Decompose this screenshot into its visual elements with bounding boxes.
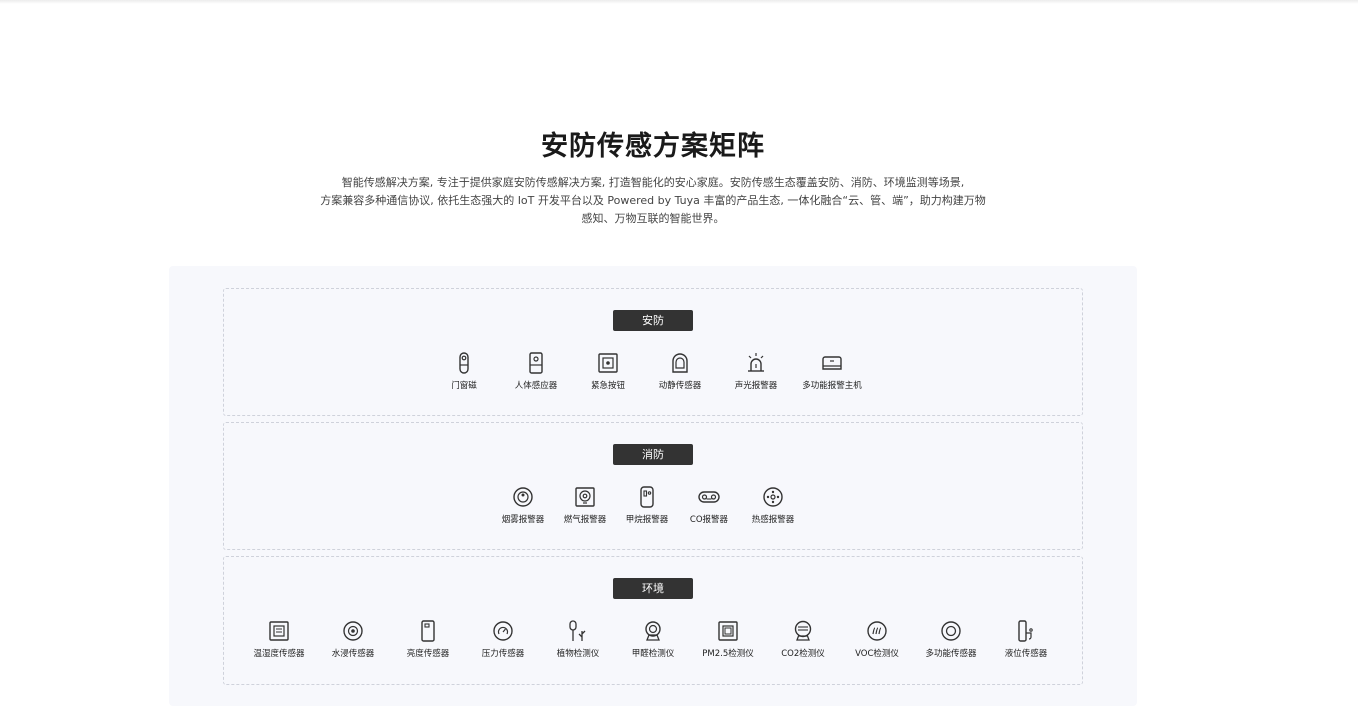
item-water-leak[interactable]: 水浸传感器: [315, 619, 391, 659]
page-description: 智能传感解决方案, 专注于提供家庭安防传感解决方案, 打造智能化的安心家庭。安防…: [296, 174, 1010, 228]
co2-detector-icon: [794, 620, 812, 641]
liquid-level-icon: [1018, 620, 1033, 642]
item-liquid-level[interactable]: 液位传感器: [988, 619, 1064, 659]
item-formaldehyde-detector[interactable]: 甲醛检测仪: [615, 619, 691, 659]
gas-alarm-icon: [575, 487, 595, 507]
item-label: 热感报警器: [751, 515, 795, 525]
item-alarm-hub[interactable]: 多功能报警主机: [794, 351, 870, 391]
item-label: 多功能传感器: [925, 649, 977, 659]
group-security: 安防 门窗磁 人体感应器 紧急按钮 动静传感器 声光报警器 多功能报警主机: [223, 288, 1083, 416]
group-environment: 环境 温湿度传感器 水浸传感器 亮度传感器 压力传感器 植物检测仪 甲醛检测仪 …: [223, 556, 1083, 685]
group-tag-fire: 消防: [613, 444, 693, 465]
formaldehyde-detector-icon: [645, 621, 661, 641]
item-voc-detector[interactable]: VOC检测仪: [839, 619, 915, 659]
group-fire: 消防 烟雾报警器 燃气报警器 甲烷报警器 CO报警器 热感报警器: [223, 422, 1083, 550]
emergency-button-icon: [598, 353, 618, 373]
description-line: 感知、万物互联的智能世界。: [581, 212, 725, 225]
smoke-alarm-icon: [513, 487, 533, 507]
vibration-sensor-icon: [672, 353, 688, 373]
plant-monitor-icon: [569, 620, 586, 641]
item-label: 温湿度传感器: [253, 649, 305, 659]
co-alarm-icon: [698, 491, 720, 503]
item-label: 压力传感器: [481, 649, 525, 659]
group-tag-security: 安防: [613, 310, 693, 331]
item-label: 多功能报警主机: [802, 381, 862, 391]
description-line: 方案兼容多种通信协议, 依托生态强大的 IoT 开发平台以及 Powered b…: [320, 194, 986, 207]
voc-detector-icon: [867, 621, 887, 641]
item-label: 人体感应器: [514, 381, 558, 391]
light-sensor-icon: [421, 620, 435, 642]
item-label: 液位传感器: [1004, 649, 1048, 659]
item-heat-alarm[interactable]: 热感报警器: [735, 485, 811, 525]
item-label: 声光报警器: [734, 381, 778, 391]
item-vibration-sensor[interactable]: 动静传感器: [642, 351, 718, 391]
water-leak-icon: [343, 621, 363, 641]
methane-alarm-icon: [640, 486, 654, 508]
item-label: 亮度传感器: [406, 649, 450, 659]
item-label: 门窗磁: [451, 381, 477, 391]
motion-sensor-icon: [529, 352, 543, 374]
item-plant-monitor[interactable]: 植物检测仪: [540, 619, 616, 659]
description-line: 智能传感解决方案, 专注于提供家庭安防传感解决方案, 打造智能化的安心家庭。安防…: [341, 176, 965, 189]
item-label: VOC检测仪: [855, 649, 899, 659]
multi-sensor-icon: [941, 621, 961, 641]
item-pm25-detector[interactable]: PM2.5检测仪: [690, 619, 766, 659]
door-sensor-icon: [459, 352, 469, 374]
item-label: 植物检测仪: [556, 649, 600, 659]
item-label: 水浸传感器: [331, 649, 375, 659]
item-thermo-hygrometer[interactable]: 温湿度传感器: [241, 619, 317, 659]
item-label: 甲醛检测仪: [631, 649, 675, 659]
solution-matrix-panel: 安防 门窗磁 人体感应器 紧急按钮 动静传感器 声光报警器 多功能报警主机 消防: [169, 266, 1137, 706]
heat-alarm-icon: [763, 487, 783, 507]
item-label: 紧急按钮: [590, 381, 625, 391]
item-multi-sensor[interactable]: 多功能传感器: [913, 619, 989, 659]
item-motion-sensor[interactable]: 人体感应器: [498, 351, 574, 391]
group-tag-environment: 环境: [613, 578, 693, 599]
thermo-hygrometer-icon: [269, 621, 289, 641]
siren-icon: [748, 353, 764, 372]
top-shadow-bar: [0, 0, 1358, 4]
pm25-detector-icon: [718, 621, 738, 641]
item-pressure-sensor[interactable]: 压力传感器: [465, 619, 541, 659]
item-co2-detector[interactable]: CO2检测仪: [765, 619, 841, 659]
item-emergency-button[interactable]: 紧急按钮: [570, 351, 646, 391]
item-light-sensor[interactable]: 亮度传感器: [390, 619, 466, 659]
page-title: 安防传感方案矩阵: [541, 131, 765, 162]
item-door-sensor[interactable]: 门窗磁: [426, 351, 502, 391]
item-label: PM2.5检测仪: [702, 649, 754, 659]
item-siren[interactable]: 声光报警器: [718, 351, 794, 391]
pressure-sensor-icon: [493, 621, 513, 641]
item-label: 动静传感器: [658, 381, 702, 391]
alarm-hub-icon: [822, 356, 842, 370]
item-label: CO2检测仪: [781, 649, 825, 659]
